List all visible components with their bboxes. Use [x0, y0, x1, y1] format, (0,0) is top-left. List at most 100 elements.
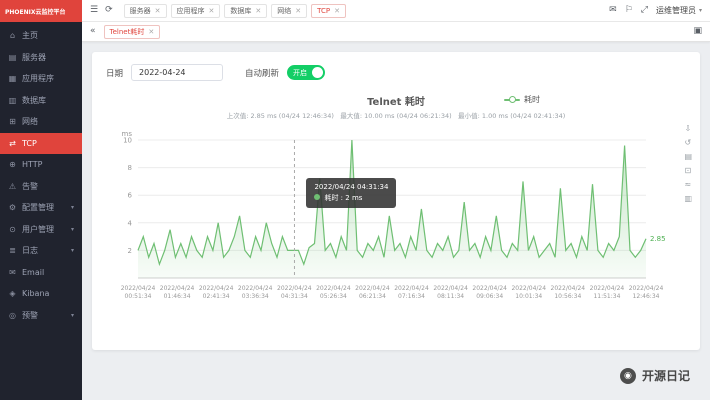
sidebar-item-home[interactable]: ⌂ 主页	[0, 25, 82, 47]
logs-icon: ≣	[8, 246, 17, 255]
legend-line-icon	[504, 99, 520, 101]
plot-svg[interactable]: 246810ms2022/04/2400:51:342022/04/2401:4…	[106, 126, 686, 326]
legend-label: 耗时	[524, 94, 540, 105]
svg-text:2022/04/24: 2022/04/24	[511, 285, 546, 292]
legend-item[interactable]: 耗时	[504, 94, 540, 105]
sidebar-item-label: 配置管理	[22, 202, 54, 213]
sidebar-menu: ⌂主页▤服务器▦应用程序▥数据库⊞网络⇄TCP⊕HTTP⚠告警⚙配置管理▾⊙用户…	[0, 22, 82, 326]
footer-brand: ◉ 开源日记	[620, 367, 690, 384]
svg-text:6: 6	[128, 192, 133, 200]
svg-text:10:01:34: 10:01:34	[515, 293, 542, 300]
message-icon[interactable]: ✉	[609, 6, 617, 15]
plot-area: 246810ms2022/04/2400:51:342022/04/2401:4…	[106, 126, 686, 326]
sidebar-item-network[interactable]: ⊞网络	[0, 111, 82, 133]
svg-text:2022/04/24: 2022/04/24	[316, 285, 351, 292]
close-icon[interactable]: ✕	[155, 7, 161, 15]
app-logo: PHOENIX云监控平台	[0, 0, 82, 22]
tab-label: 数据库	[230, 6, 251, 16]
tab-tcp[interactable]: TCP✕	[311, 4, 346, 18]
tab-database[interactable]: 数据库 ✕	[224, 4, 267, 18]
fullscreen-icon[interactable]: ⤢	[641, 6, 648, 15]
close-icon[interactable]: ✕	[209, 7, 215, 15]
tab-application[interactable]: 应用程序 ✕	[171, 4, 221, 18]
svg-text:2022/04/24: 2022/04/24	[433, 285, 468, 292]
chevron-down-icon: ▾	[699, 7, 702, 14]
sidebar-item-database[interactable]: ▥数据库	[0, 90, 82, 112]
flag-icon[interactable]: ⚐	[625, 6, 633, 15]
sidebar-item-logs[interactable]: ≣ 日志 ▾	[0, 240, 82, 262]
server-icon: ▤	[8, 53, 17, 62]
auto-refresh-toggle[interactable]: 开启	[287, 65, 325, 80]
tab-label: Telnet耗时	[110, 27, 145, 37]
user-menu[interactable]: 运维管理员 ▾	[656, 5, 702, 16]
svg-text:02:41:34: 02:41:34	[203, 293, 230, 300]
chevron-down-icon: ▾	[71, 204, 74, 211]
content-area: 日期 自动刷新 开启 Telnet 耗时 上次值: 2.85 ms (04/24…	[82, 42, 710, 400]
svg-text:06:21:34: 06:21:34	[359, 293, 386, 300]
app-root: PHOENIX云监控平台 ⌂主页▤服务器▦应用程序▥数据库⊞网络⇄TCP⊕HTT…	[0, 0, 710, 400]
sidebar-item-tcp[interactable]: ⇄TCP	[0, 133, 82, 155]
svg-text:09:06:34: 09:06:34	[476, 293, 503, 300]
tab-label: 应用程序	[177, 6, 205, 16]
sidebar-item-alarm[interactable]: ⚠告警	[0, 176, 82, 198]
svg-text:08:11:34: 08:11:34	[437, 293, 464, 300]
chart-card: 日期 自动刷新 开启 Telnet 耗时 上次值: 2.85 ms (04/24…	[92, 52, 700, 350]
sidebar-item-label: Email	[22, 268, 44, 277]
hamburger-menu-icon[interactable]: ☰	[90, 6, 98, 15]
sidebar-item-users[interactable]: ⊙用户管理▾	[0, 219, 82, 241]
toggle-state-label: 开启	[293, 68, 307, 78]
refresh-icon[interactable]: ⟳	[105, 6, 113, 15]
sidebar-item-http[interactable]: ⊕HTTP	[0, 154, 82, 176]
panel-layout-icon[interactable]: ▣	[693, 27, 702, 36]
subtab-telnet[interactable]: Telnet耗时✕	[104, 25, 161, 39]
svg-text:00:51:34: 00:51:34	[125, 293, 152, 300]
email-icon: ✉	[8, 268, 17, 277]
tab-network[interactable]: 网络 ✕	[271, 4, 307, 18]
sidebar-item-email[interactable]: ✉ Email	[0, 262, 82, 284]
date-input[interactable]	[131, 64, 223, 81]
subtab-strip: Telnet耗时✕	[104, 25, 686, 39]
svg-text:11:51:34: 11:51:34	[593, 293, 620, 300]
scroll-left-icon[interactable]: «	[90, 27, 96, 36]
svg-text:2022/04/24: 2022/04/24	[590, 285, 625, 292]
user-name: 运维管理员	[656, 5, 696, 16]
svg-text:10:56:34: 10:56:34	[554, 293, 581, 300]
sidebar-item-label: 日志	[22, 245, 38, 256]
network-icon: ⊞	[8, 117, 17, 126]
close-icon[interactable]: ✕	[334, 7, 340, 15]
tab-label: 网络	[277, 6, 291, 16]
sidebar-item-kibana[interactable]: ◈Kibana	[0, 283, 82, 305]
close-icon[interactable]: ✕	[255, 7, 261, 15]
main-area: ☰ ⟳ 服务器✕应用程序✕数据库✕网络✕TCP✕ ✉ ⚐ ⤢ 运维管理员 ▾ «…	[82, 0, 710, 400]
sidebar-item-label: 主页	[22, 30, 38, 41]
sidebar-item-config[interactable]: ⚙配置管理▾	[0, 197, 82, 219]
svg-text:12:46:34: 12:46:34	[633, 293, 660, 300]
chart-title: Telnet 耗时	[106, 93, 686, 108]
svg-text:2022/04/24: 2022/04/24	[199, 285, 234, 292]
sidebar-item-application[interactable]: ▦应用程序	[0, 68, 82, 90]
close-icon[interactable]: ✕	[295, 7, 301, 15]
svg-text:2022/04/24: 2022/04/24	[551, 285, 586, 292]
close-icon[interactable]: ✕	[148, 28, 154, 36]
sidebar-item-forewarn[interactable]: ◎预警▾	[0, 305, 82, 327]
svg-text:2022/04/24: 2022/04/24	[394, 285, 429, 292]
sidebar-item-label: 数据库	[22, 95, 46, 106]
sidebar-item-label: 告警	[22, 181, 38, 192]
svg-text:2022/04/24: 2022/04/24	[629, 285, 664, 292]
sidebar: PHOENIX云监控平台 ⌂ 主页 ▤服务器▦应用程序▥数据库⊞网络⇄TCP⊕HTT…	[0, 0, 82, 400]
subtab-bar: « Telnet耗时✕ ▣	[82, 22, 710, 42]
tab-server[interactable]: 服务器✕	[124, 4, 167, 18]
svg-text:05:26:34: 05:26:34	[320, 293, 347, 300]
svg-text:2022/04/24: 2022/04/24	[277, 285, 312, 292]
svg-text:8: 8	[128, 164, 132, 172]
svg-text:2022/04/24: 2022/04/24	[160, 285, 195, 292]
chevron-down-icon: ▾	[71, 247, 74, 254]
svg-text:07:16:34: 07:16:34	[398, 293, 425, 300]
svg-text:2.85: 2.85	[650, 235, 666, 243]
tab-strip: 服务器✕应用程序✕数据库✕网络✕TCP✕	[124, 4, 603, 18]
sidebar-item-server[interactable]: ▤服务器	[0, 47, 82, 69]
date-label: 日期	[106, 67, 123, 79]
svg-text:4: 4	[128, 219, 133, 227]
home-icon: ⌂	[8, 31, 17, 40]
svg-text:2022/04/24: 2022/04/24	[238, 285, 273, 292]
